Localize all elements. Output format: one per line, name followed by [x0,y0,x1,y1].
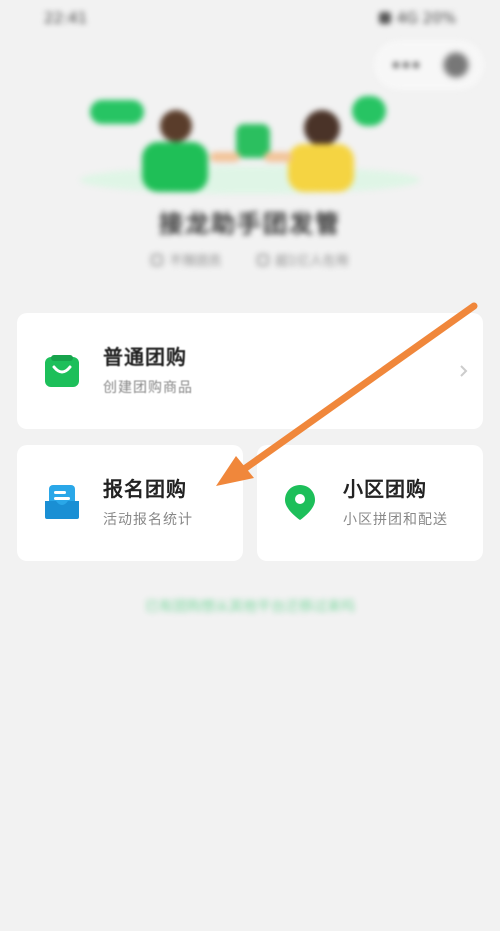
card-community-title: 小区团购 [343,477,427,501]
hero-title: 接龙助手团发管 [159,210,341,238]
status-time: 22:41 [44,9,88,27]
card-community-group-buy[interactable]: 小区团购 小区拼团和配送 [257,445,483,561]
user-icon [151,253,164,266]
card-signup-title: 报名团购 [103,477,187,501]
shopping-bag-icon [43,351,81,389]
card-community-desc: 小区拼团和配送 [343,512,448,528]
subtitle-left: 不限团员 [151,250,221,269]
status-right: 4G 20% [378,9,456,27]
signal-icon [378,12,391,24]
inbox-icon [43,483,81,521]
hero-subtitle: 不限团员 超1亿人在用 [0,250,500,269]
migrate-link[interactable]: 已有团购想从其他平台迁移过来吗 [0,596,500,616]
subtitle-left-text: 不限团员 [169,254,222,269]
status-right-text: 4G 20% [396,9,456,27]
status-bar: 22:41 4G 20% [0,0,500,36]
card-signup-desc: 活动报名统计 [103,512,193,528]
card-normal-title: 普通团购 [103,345,187,369]
more-icon[interactable] [388,50,424,80]
card-normal-desc: 创建团购商品 [103,380,193,396]
subtitle-right: 超1亿人在用 [257,250,349,269]
close-mini-program-icon[interactable] [442,51,470,79]
chevron-right-icon [459,363,469,377]
card-signup-group-buy[interactable]: 报名团购 活动报名统计 [17,445,243,561]
group-icon [257,253,270,266]
subtitle-right-text: 超1亿人在用 [275,254,349,269]
card-normal-group-buy[interactable]: 普通团购 创建团购商品 [17,313,483,429]
location-pin-icon [281,483,319,521]
